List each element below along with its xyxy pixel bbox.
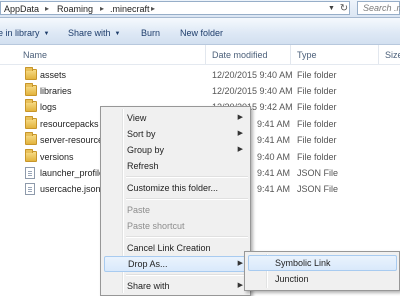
menu-item-sort-by[interactable]: Sort by ▶ [104,126,248,142]
menu-separator [126,176,248,178]
chevron-right-icon[interactable]: ▸ [45,3,49,15]
menu-separator [126,236,248,238]
submenu-arrow-icon: ▶ [237,282,243,289]
menu-item-label: Share with [127,281,170,291]
menu-item-junction[interactable]: Junction [248,271,397,287]
breadcrumb-appdata[interactable]: AppData [4,3,39,15]
burn-button[interactable]: Burn [141,27,160,39]
chevron-down-icon: ▼ [114,31,121,37]
breadcrumb-minecraft[interactable]: .minecraft [110,3,150,15]
drop-as-submenu: Symbolic Link Junction [244,251,400,291]
menu-separator [126,198,248,200]
file-name: server-resource- [40,135,107,145]
folder-icon [25,116,37,129]
menu-item-refresh[interactable]: Refresh [104,158,248,174]
breadcrumb-roaming[interactable]: Roaming [57,3,93,15]
menu-item-label: Paste shortcut [127,221,185,231]
share-with-label: Share with [68,28,111,38]
menu-item-paste-shortcut[interactable]: Paste shortcut [104,218,248,234]
search-input[interactable]: Search .m [357,1,400,15]
menu-item-label: Customize this folder... [127,183,219,193]
share-with-button[interactable]: Share with ▼ [68,27,120,40]
file-type: File folder [297,86,337,96]
menu-item-label: Refresh [127,161,159,171]
refresh-icon[interactable]: ↻ [338,3,350,15]
column-header-date-modified[interactable]: Date modified [212,49,268,61]
file-date: 12/20/2015 9:40 AM [212,70,293,80]
file-date: 9:41 AM [257,119,291,129]
menu-item-view[interactable]: View ▶ [104,110,248,126]
menu-item-label: Cancel Link Creation [127,243,211,253]
folder-icon [25,99,37,112]
submenu-arrow-icon: ▶ [237,130,243,137]
column-header-type[interactable]: Type [297,49,317,61]
menu-separator [126,274,248,276]
menu-item-label: Drop As... [128,259,168,269]
file-date: 9:41 AM [257,135,291,145]
file-type: JSON File [297,184,339,194]
menu-item-label: Symbolic Link [275,258,331,268]
file-name: logs [40,102,57,112]
folder-icon [25,132,37,145]
folder-icon [25,149,37,162]
column-divider[interactable] [290,45,291,64]
menu-item-share-with[interactable]: Share with ▶ [104,278,248,294]
submenu-arrow-icon: ▶ [237,114,243,121]
address-bar: AppData ▸ Roaming ▸ .minecraft ▸ ▼ ↻ Sea… [0,0,400,18]
column-header-size[interactable]: Size [385,49,400,61]
folder-icon [25,83,37,96]
menu-item-customize-folder[interactable]: Customize this folder... [104,180,248,196]
include-in-library-label: e in library [0,28,40,38]
menu-item-label: Paste [127,205,151,215]
file-date: 9:41 AM [257,168,291,178]
menu-item-label: Junction [275,274,309,284]
context-menu: View ▶ Sort by ▶ Group by ▶ Refresh Cust… [100,106,251,296]
new-folder-button[interactable]: New folder [180,27,223,39]
file-date: 9:41 AM [257,184,291,194]
submenu-arrow-icon: ▶ [237,260,243,267]
file-type: File folder [297,119,337,129]
file-name: usercache.json [40,184,101,194]
chevron-right-icon[interactable]: ▸ [151,3,155,15]
menu-item-label: Sort by [127,129,156,139]
file-name: launcher_profile [40,168,105,178]
folder-icon [25,67,37,80]
file-type: JSON File [297,168,339,178]
file-type: File folder [297,102,337,112]
menu-item-cancel-link-creation[interactable]: Cancel Link Creation [104,240,248,256]
file-icon [25,183,35,195]
column-header-name[interactable]: Name [23,49,47,61]
menu-item-label: Group by [127,145,165,155]
column-divider[interactable] [205,45,206,64]
file-date: 12/20/2015 9:40 AM [212,86,293,96]
file-icon [25,167,35,179]
column-divider[interactable] [378,45,379,64]
chevron-down-icon[interactable]: ▼ [327,4,336,14]
file-type: File folder [297,135,337,145]
search-placeholder: Search .m [363,3,400,13]
file-name: resourcepacks [40,119,99,129]
breadcrumb[interactable]: AppData ▸ Roaming ▸ .minecraft ▸ ▼ ↻ [0,1,350,15]
file-type: File folder [297,152,337,162]
menu-item-paste[interactable]: Paste [104,202,248,218]
chevron-down-icon: ▼ [43,31,50,37]
file-name: libraries [40,86,72,96]
column-headers: Name Date modified Type Size [0,45,400,65]
file-name: assets [40,70,67,80]
submenu-arrow-icon: ▶ [237,146,243,153]
file-date: 9:40 AM [257,152,291,162]
include-in-library-button[interactable]: e in library ▼ [0,27,49,40]
menu-item-label: View [127,113,147,123]
file-name: versions [40,152,74,162]
command-bar: e in library ▼ Share with ▼ Burn New folde… [0,18,400,45]
menu-item-drop-as[interactable]: Drop As... ▶ [104,256,248,272]
file-type: File folder [297,70,337,80]
menu-item-symbolic-link[interactable]: Symbolic Link [248,255,397,271]
menu-item-group-by[interactable]: Group by ▶ [104,142,248,158]
chevron-right-icon[interactable]: ▸ [100,3,104,15]
